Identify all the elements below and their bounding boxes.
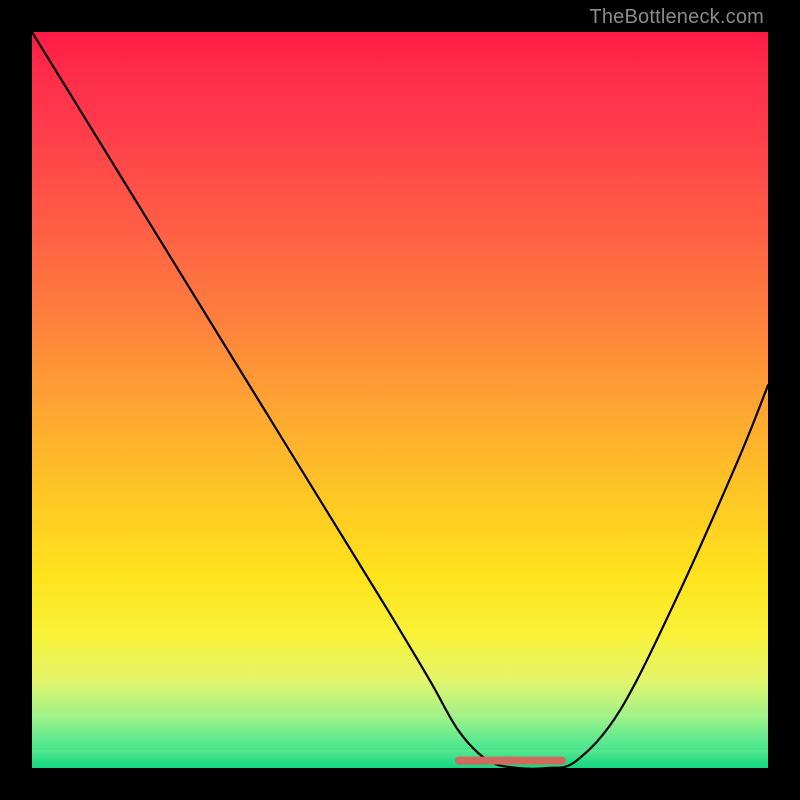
- watermark-text: TheBottleneck.com: [589, 6, 764, 29]
- chart-frame: TheBottleneck.com: [0, 0, 800, 800]
- plot-area: [32, 32, 768, 768]
- bottleneck-curve: [32, 32, 768, 769]
- chart-svg: [32, 32, 768, 768]
